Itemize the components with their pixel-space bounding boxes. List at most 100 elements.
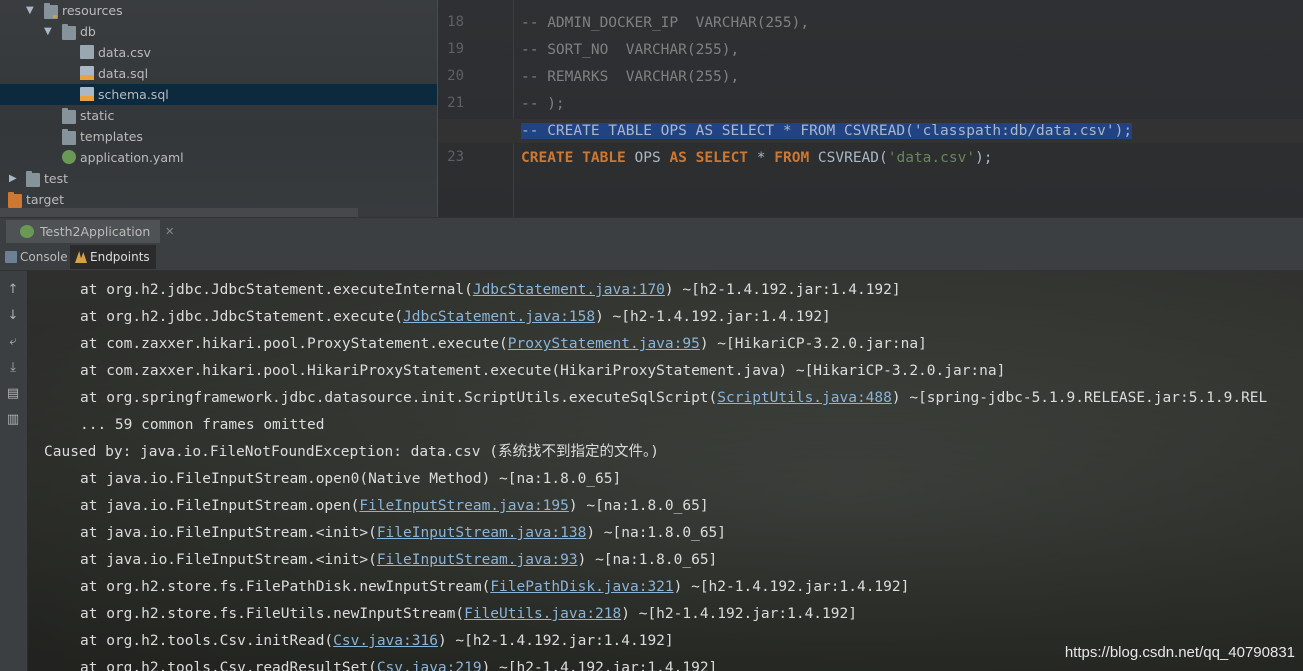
sql-keyword: SELECT	[695, 150, 749, 166]
expand-arrow-icon[interactable]: ▼	[26, 0, 34, 21]
log-line: at org.h2.jdbc.JdbcStatement.executeInte…	[80, 282, 901, 298]
gutter-separator	[513, 0, 514, 217]
tree-item-resources[interactable]: ▼ resources	[0, 0, 437, 21]
log-line: at java.io.FileInputStream.<init>(FileIn…	[80, 525, 727, 541]
log-line: at org.h2.tools.Csv.readResultSet(Csv.ja…	[80, 655, 717, 671]
code-line-sql[interactable]: CREATE TABLE OPS AS SELECT * FROM CSVREA…	[521, 146, 993, 170]
target-folder-icon	[8, 192, 22, 208]
console-output[interactable]: ↑ ↓ ⤶ ⤓ ▤ ▥ at org.h2.jdbc.JdbcStatement…	[0, 271, 1303, 671]
log-line: at com.zaxxer.hikari.pool.HikariProxySta…	[80, 363, 1006, 379]
sql-terminator: );	[975, 150, 993, 166]
editor-gutter: 18 19 20 21 22 23	[438, 0, 513, 217]
log-line: ... 59 common frames omitted	[80, 417, 325, 433]
tree-item-label: db	[80, 24, 96, 39]
log-line: at java.io.FileInputStream.open(FileInpu…	[80, 498, 709, 514]
run-tool-window-header: Testh2Application ✕	[0, 217, 1303, 246]
code-line-current[interactable]: -- CREATE TABLE OPS AS SELECT * FROM CSV…	[438, 119, 1303, 143]
collapse-arrow-icon[interactable]: ▶	[9, 168, 17, 189]
spring-yaml-icon	[62, 150, 76, 164]
trash-icon[interactable]: ▥	[4, 411, 22, 429]
spring-boot-icon	[20, 225, 34, 238]
line-number: 18	[447, 14, 464, 30]
tree-item-static[interactable]: static	[0, 105, 437, 126]
tree-item-label: data.sql	[98, 66, 149, 81]
console-icon	[5, 251, 17, 263]
tree-item-label: data.csv	[98, 45, 151, 60]
folder-icon	[62, 24, 76, 40]
sql-keyword: AS	[669, 150, 687, 166]
line-number: 23	[447, 149, 464, 165]
tree-item-label: templates	[80, 129, 143, 144]
sql-string: 'data.csv'	[887, 150, 976, 166]
log-line: at org.h2.jdbc.JdbcStatement.execute(Jdb…	[80, 309, 831, 325]
tree-item-application-yaml[interactable]: application.yaml	[0, 147, 437, 168]
tree-item-templates[interactable]: templates	[0, 126, 437, 147]
code-line-comment[interactable]: -- REMARKS VARCHAR(255),	[521, 65, 739, 89]
code-editor[interactable]: 18 19 20 21 22 23 -- ADMIN_DOCKER_IP VAR…	[437, 0, 1303, 217]
run-config-tab[interactable]: Testh2Application ✕	[6, 220, 174, 243]
tree-item-label: static	[80, 108, 115, 123]
tree-item-label: test	[44, 171, 69, 186]
down-arrow-icon[interactable]: ↓	[4, 307, 22, 325]
sql-file-icon	[80, 87, 94, 101]
tree-item-target[interactable]: target	[0, 189, 437, 210]
resources-folder-icon	[44, 3, 58, 19]
log-line-caused-by: Caused by: java.io.FileNotFoundException…	[44, 444, 659, 460]
print-icon[interactable]: ▤	[4, 385, 22, 403]
log-line: at org.h2.store.fs.FilePathDisk.newInput…	[80, 579, 910, 595]
tab-console[interactable]: Console	[0, 245, 74, 269]
horizontal-scrollbar[interactable]	[0, 208, 358, 217]
source-link[interactable]: FilePathDisk.java:321	[490, 579, 673, 595]
line-number: 21	[447, 95, 464, 111]
source-link[interactable]: FileInputStream.java:195	[359, 498, 569, 514]
log-line: at org.h2.tools.Csv.initRead(Csv.java:31…	[80, 633, 674, 649]
sql-keyword: FROM	[774, 150, 810, 166]
soft-wrap-icon[interactable]: ⤶	[4, 333, 22, 351]
tree-item-data-csv[interactable]: data.csv	[0, 42, 437, 63]
expand-arrow-icon[interactable]: ▼	[44, 21, 52, 42]
close-icon[interactable]: ✕	[165, 220, 174, 243]
sql-identifier: OPS	[634, 150, 661, 166]
code-line-comment[interactable]: -- SORT_NO VARCHAR(255),	[521, 38, 739, 62]
source-link[interactable]: ScriptUtils.java:488	[717, 390, 892, 406]
console-toolbar: ↑ ↓ ⤶ ⤓ ▤ ▥	[0, 271, 28, 671]
line-number: 19	[447, 41, 464, 57]
source-link[interactable]: FileInputStream.java:93	[377, 552, 578, 568]
tree-item-schema-sql[interactable]: schema.sql	[0, 84, 437, 105]
tree-item-test[interactable]: ▶ test	[0, 168, 437, 189]
selected-code-text[interactable]: -- CREATE TABLE OPS AS SELECT * FROM CSV…	[521, 123, 1133, 139]
watermark-url: https://blog.csdn.net/qq_40790831	[1064, 644, 1295, 661]
log-line: at java.io.FileInputStream.<init>(FileIn…	[80, 552, 718, 568]
line-number: 20	[447, 68, 464, 84]
source-link[interactable]: FileInputStream.java:138	[377, 525, 587, 541]
folder-icon	[62, 129, 76, 145]
log-line: at org.springframework.jdbc.datasource.i…	[80, 390, 1268, 406]
source-link[interactable]: FileUtils.java:218	[464, 606, 621, 622]
tab-endpoints[interactable]: Endpoints	[70, 245, 156, 269]
scroll-to-end-icon[interactable]: ⤓	[4, 359, 22, 377]
tree-item-label: target	[26, 192, 65, 207]
source-link[interactable]: Csv.java:219	[377, 660, 482, 671]
code-line-comment[interactable]: -- );	[521, 92, 565, 116]
log-line: at org.h2.store.fs.FileUtils.newInputStr…	[80, 606, 857, 622]
tree-item-db[interactable]: ▼ db	[0, 21, 437, 42]
tab-label: Endpoints	[90, 250, 150, 264]
tree-item-data-sql[interactable]: data.sql	[0, 63, 437, 84]
project-tree: ▼ resources ▼ db data.csv data.sql schem…	[0, 0, 437, 217]
source-link[interactable]: JdbcStatement.java:170	[473, 282, 665, 298]
endpoints-icon	[75, 251, 87, 263]
sql-file-icon	[80, 66, 94, 80]
up-arrow-icon[interactable]: ↑	[4, 281, 22, 299]
tree-item-label: application.yaml	[80, 150, 184, 165]
source-link[interactable]: ProxyStatement.java:95	[508, 336, 700, 352]
folder-icon	[26, 171, 40, 187]
sql-keyword: TABLE	[582, 150, 626, 166]
code-line-comment[interactable]: -- ADMIN_DOCKER_IP VARCHAR(255),	[521, 11, 809, 35]
source-link[interactable]: Csv.java:316	[333, 633, 438, 649]
run-config-label: Testh2Application	[40, 224, 151, 239]
tree-item-label: resources	[62, 3, 123, 18]
sql-keyword: CREATE	[521, 150, 574, 166]
source-link[interactable]: JdbcStatement.java:158	[403, 309, 595, 325]
log-line: at java.io.FileInputStream.open0(Native …	[80, 471, 622, 487]
sql-operator: *	[756, 150, 766, 166]
